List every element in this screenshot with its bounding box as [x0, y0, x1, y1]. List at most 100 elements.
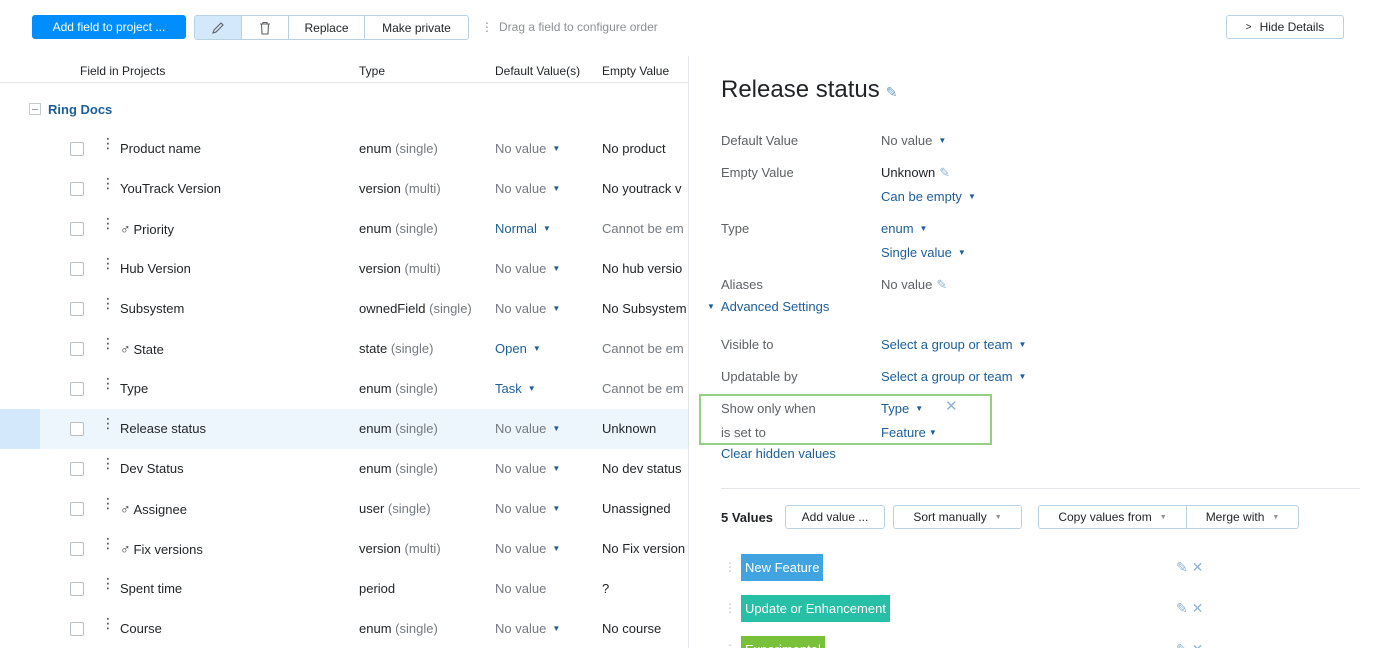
clear-hidden-values-link[interactable]: Clear hidden values	[721, 446, 836, 461]
hide-details-button[interactable]: > Hide Details	[1226, 15, 1344, 39]
add-value-button[interactable]: Add value ...	[785, 505, 885, 529]
row-menu-icon[interactable]: ⋮	[101, 136, 115, 157]
row-checkbox[interactable]	[70, 262, 84, 276]
field-name[interactable]: ♂ Priority	[120, 221, 174, 237]
edit-value-icon[interactable]: ✎	[1176, 600, 1188, 616]
table-row[interactable]: ⋮ Product name enum (single) No value ▼ No pr…	[0, 129, 688, 169]
row-menu-icon[interactable]: ⋮	[101, 216, 115, 237]
drag-handle-icon[interactable]: ⋮	[724, 642, 736, 648]
field-name[interactable]: ♂ Assignee	[120, 501, 187, 517]
edit-aliases-icon[interactable]: ✎	[936, 277, 947, 292]
row-checkbox[interactable]	[70, 622, 84, 636]
row-checkbox[interactable]	[70, 302, 84, 316]
field-name[interactable]: Release status	[120, 421, 206, 436]
row-checkbox[interactable]	[70, 382, 84, 396]
table-row[interactable]: ⋮ ♂ State state (single) Open ▼ Cannot be em	[0, 329, 688, 369]
row-checkbox[interactable]	[70, 142, 84, 156]
delete-value-icon[interactable]: ✕	[1192, 600, 1204, 616]
table-row[interactable]: ⋮ Hub Version version (multi) No value ▼ No h…	[0, 249, 688, 289]
table-row[interactable]: ⋮ Release status enum (single) No value ▼ Unk…	[0, 409, 688, 449]
is-set-to-dropdown[interactable]: Feature ▼	[881, 425, 937, 440]
sort-manually-button[interactable]: Sort manually ▼	[893, 505, 1022, 529]
default-value[interactable]: No value ▼	[495, 541, 560, 556]
edit-button[interactable]	[195, 16, 242, 39]
default-value-dropdown[interactable]: No value ▼	[881, 133, 946, 148]
field-name[interactable]: Hub Version	[120, 261, 191, 276]
row-menu-icon[interactable]: ⋮	[101, 536, 115, 557]
row-menu-icon[interactable]: ⋮	[101, 336, 115, 357]
table-row[interactable]: ⋮ ♂ Fix versions version (multi) No value ▼ No…	[0, 529, 688, 569]
value-item[interactable]: New Feature	[741, 554, 824, 581]
default-value[interactable]: No value ▼	[495, 141, 560, 156]
edit-value-icon[interactable]: ✎	[1176, 641, 1188, 648]
table-row[interactable]: ⋮ Dev Status enum (single) No value ▼ No dev …	[0, 449, 688, 489]
edit-value-icon[interactable]: ✎	[1176, 559, 1188, 575]
row-menu-icon[interactable]: ⋮	[101, 176, 115, 197]
field-name[interactable]: ♂ State	[120, 341, 164, 357]
copy-values-from-button[interactable]: Copy values from ▼	[1039, 506, 1187, 528]
collapse-group-icon[interactable]	[29, 103, 41, 115]
field-name[interactable]: Spent time	[120, 581, 182, 596]
delete-value-icon[interactable]: ✕	[1192, 559, 1204, 575]
remove-condition-icon[interactable]: ✕	[945, 397, 958, 415]
delete-button[interactable]	[242, 16, 289, 39]
table-row[interactable]: ⋮ Type enum (single) Task ▼ Cannot be em	[0, 369, 688, 409]
add-field-button[interactable]: Add field to project ...	[32, 15, 186, 39]
visible-to-dropdown[interactable]: Select a group or team ▼	[881, 337, 1026, 352]
field-name[interactable]: ♂ Fix versions	[120, 541, 203, 557]
row-menu-icon[interactable]: ⋮	[101, 296, 115, 317]
field-name[interactable]: Course	[120, 621, 162, 636]
updatable-by-dropdown[interactable]: Select a group or team ▼	[881, 369, 1026, 384]
make-private-button[interactable]: Make private	[365, 16, 468, 39]
field-name[interactable]: YouTrack Version	[120, 181, 221, 196]
row-checkbox[interactable]	[70, 502, 84, 516]
table-row[interactable]: ⋮ ♂ Assignee user (single) No value ▼ Unassign…	[0, 489, 688, 529]
field-name[interactable]: Subsystem	[120, 301, 184, 316]
default-value[interactable]: No value ▼	[495, 421, 560, 436]
row-menu-icon[interactable]: ⋮	[101, 576, 115, 597]
row-checkbox[interactable]	[70, 182, 84, 196]
edit-title-icon[interactable]: ✎	[886, 84, 898, 100]
group-title[interactable]: Ring Docs	[48, 102, 112, 117]
table-row[interactable]: ⋮ Subsystem ownedField (single) No value ▼ No…	[0, 289, 688, 329]
row-checkbox[interactable]	[70, 542, 84, 556]
advanced-settings-toggle[interactable]: ▼ Advanced Settings	[707, 299, 829, 314]
default-value[interactable]: No value ▼	[495, 181, 560, 196]
replace-button[interactable]: Replace	[289, 16, 365, 39]
row-menu-icon[interactable]: ⋮	[101, 616, 115, 637]
single-value-dropdown[interactable]: Single value ▼	[881, 245, 966, 260]
merge-with-button[interactable]: Merge with ▼	[1187, 506, 1298, 528]
show-only-when-dropdown[interactable]: Type ▼	[881, 401, 923, 416]
default-value[interactable]: Open ▼	[495, 341, 541, 356]
table-row[interactable]: ⋮ Course enum (single) No value ▼ No course	[0, 609, 688, 648]
row-checkbox[interactable]	[70, 342, 84, 356]
type-dropdown[interactable]: enum ▼	[881, 221, 927, 236]
field-name[interactable]: Product name	[120, 141, 201, 156]
field-name[interactable]: Type	[120, 381, 148, 396]
table-row[interactable]: ⋮ Spent time period No value?	[0, 569, 688, 609]
drag-handle-icon[interactable]: ⋮	[724, 601, 736, 615]
drag-handle-icon[interactable]: ⋮	[724, 560, 736, 574]
edit-empty-value-icon[interactable]: ✎	[939, 165, 950, 180]
default-value[interactable]: No value	[495, 581, 546, 596]
row-checkbox[interactable]	[70, 582, 84, 596]
row-checkbox[interactable]	[70, 222, 84, 236]
default-value[interactable]: No value ▼	[495, 501, 560, 516]
row-menu-icon[interactable]: ⋮	[101, 256, 115, 277]
delete-value-icon[interactable]: ✕	[1192, 641, 1204, 648]
default-value[interactable]: No value ▼	[495, 301, 560, 316]
value-item[interactable]: Experimental	[741, 636, 825, 648]
table-row[interactable]: ⋮ YouTrack Version version (multi) No value…	[0, 169, 688, 209]
default-value[interactable]: No value ▼	[495, 621, 560, 636]
default-value[interactable]: Normal ▼	[495, 221, 551, 236]
table-row[interactable]: ⋮ ♂ Priority enum (single) Normal ▼ Cannot be …	[0, 209, 688, 249]
default-value[interactable]: No value ▼	[495, 461, 560, 476]
row-menu-icon[interactable]: ⋮	[101, 456, 115, 477]
default-value[interactable]: Task ▼	[495, 381, 536, 396]
row-menu-icon[interactable]: ⋮	[101, 416, 115, 437]
row-menu-icon[interactable]: ⋮	[101, 496, 115, 517]
can-be-empty-dropdown[interactable]: Can be empty ▼	[881, 189, 976, 204]
row-menu-icon[interactable]: ⋮	[101, 376, 115, 397]
default-value[interactable]: No value ▼	[495, 261, 560, 276]
row-checkbox[interactable]	[70, 462, 84, 476]
